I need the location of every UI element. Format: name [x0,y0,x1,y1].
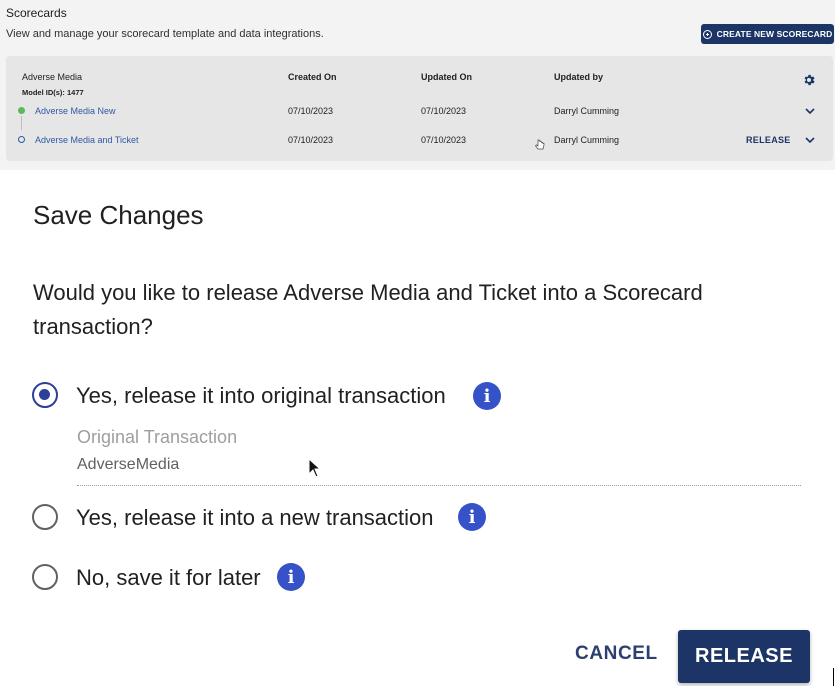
page-title: Scorecards [6,6,67,20]
row-updated-on: 07/10/2023 [421,106,467,116]
create-new-scorecard-button[interactable]: CREATE NEW SCORECARD [701,24,834,44]
row-connector [21,116,22,130]
radio-new-transaction[interactable] [32,504,58,530]
add-circle-icon [702,29,712,39]
window-edge [833,668,834,686]
option-original-transaction-label: Yes, release it into original transactio… [76,383,446,408]
radio-original-transaction[interactable] [32,382,58,408]
gear-icon[interactable] [802,73,816,87]
mouse-pointer-icon [308,458,322,478]
scorecard-link-adverse-media-and-ticket[interactable]: Adverse Media and Ticket [35,135,139,145]
row-updated-by: Darryl Cumming [554,106,620,116]
field-underline [77,485,801,486]
hand-cursor-icon [535,139,545,150]
create-new-scorecard-label: CREATE NEW SCORECARD [716,29,833,39]
row-created-on: 07/10/2023 [288,106,334,116]
column-updated-by: Updated by [554,72,604,82]
radio-save-later[interactable] [32,564,58,590]
active-status-dot [18,107,25,114]
column-updated-on: Updated On [421,72,472,82]
draft-status-dot [18,136,25,143]
info-icon[interactable]: i [458,503,486,531]
row-updated-on: 07/10/2023 [421,135,467,145]
scorecard-name: Adverse Media [22,72,83,82]
option-new-transaction-label: Yes, release it into a new transaction [76,505,434,530]
release-button[interactable]: RELEASE [678,630,810,683]
release-link[interactable]: RELEASE [746,135,791,145]
original-transaction-input[interactable]: AdverseMedia [77,456,179,474]
model-ids: Model ID(s): 1477 [22,88,84,97]
dialog-question: Would you like to release Adverse Media … [33,280,703,339]
chevron-down-icon[interactable] [805,136,815,144]
scorecard-card [6,56,833,161]
option-save-later-label: No, save it for later [76,565,261,590]
row-updated-by: Darryl Cumming [554,135,620,145]
row-created-on: 07/10/2023 [288,135,334,145]
column-created-on: Created On [288,72,337,82]
chevron-down-icon[interactable] [805,107,815,115]
info-icon[interactable]: i [277,563,305,591]
original-transaction-label: Original Transaction [77,427,238,447]
info-icon[interactable]: i [473,382,501,410]
scorecard-link-adverse-media-new[interactable]: Adverse Media New [35,106,116,116]
page-subtitle: View and manage your scorecard template … [6,28,324,40]
dialog-title: Save Changes [33,200,204,230]
cancel-button[interactable]: CANCEL [575,643,658,665]
